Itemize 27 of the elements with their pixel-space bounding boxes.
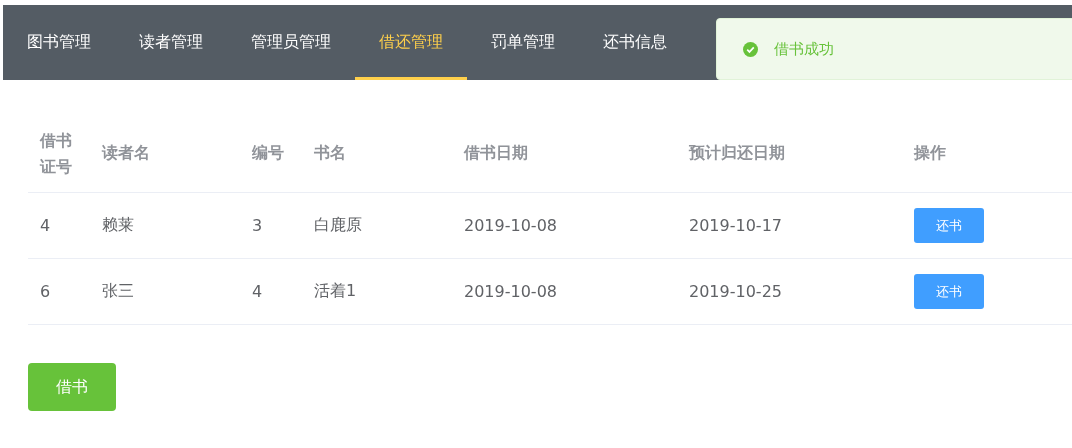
nav-tab[interactable]: 读者管理	[115, 5, 227, 80]
column-header: 书名	[314, 143, 346, 164]
nav-tab[interactable]: 图书管理	[3, 5, 115, 80]
table-cell: 活着1	[314, 281, 357, 302]
table-cell: 2019-10-08	[464, 282, 557, 301]
nav-tab[interactable]: 罚单管理	[467, 5, 579, 80]
table-cell: 张三	[102, 281, 134, 302]
column-header: 操作	[914, 143, 946, 164]
check-circle-icon	[743, 41, 758, 57]
toast-message: 借书成功	[774, 39, 834, 59]
column-header: 预计归还日期	[689, 143, 785, 164]
table-cell: 赖莱	[102, 215, 134, 236]
column-header: 借书日期	[464, 143, 528, 164]
table-cell: 4	[40, 216, 51, 235]
table-cell: 3	[252, 216, 263, 235]
table-cell: 白鹿原	[314, 215, 362, 236]
nav-tab[interactable]: 管理员管理	[227, 5, 355, 80]
column-header: 编号	[252, 143, 284, 164]
table-cell: 2019-10-17	[689, 216, 782, 235]
nav-tab[interactable]: 借还管理	[355, 5, 467, 80]
table-cell: 2019-10-08	[464, 216, 557, 235]
table-cell: 6	[40, 282, 51, 301]
column-header: 借书证号	[40, 129, 73, 178]
nav-tab[interactable]: 还书信息	[579, 5, 691, 80]
column-header: 读者名	[102, 143, 150, 164]
table-cell: 2019-10-25	[689, 282, 782, 301]
table-cell: 4	[252, 282, 263, 301]
